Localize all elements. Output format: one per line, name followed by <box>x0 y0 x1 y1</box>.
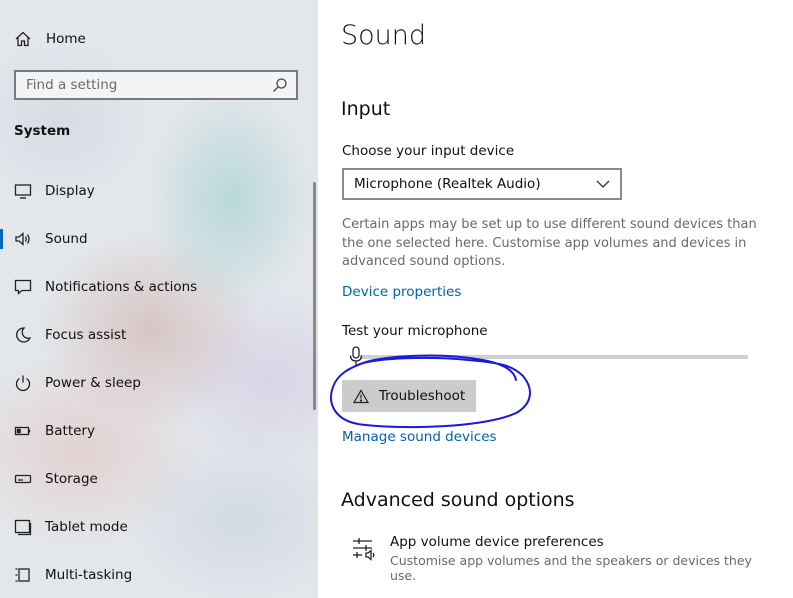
input-device-dropdown[interactable]: Microphone (Realtek Audio) <box>342 168 622 200</box>
section-label-system: System <box>14 123 71 139</box>
chevron-down-icon <box>596 180 610 188</box>
settings-sidebar: Home System Display Sound Notifications … <box>0 0 318 598</box>
multitasking-icon <box>14 566 32 584</box>
app-volume-preferences-item[interactable]: App volume device preferences Customise … <box>352 532 772 583</box>
mixer-icon <box>353 538 375 561</box>
microphone-icon <box>349 346 363 365</box>
selected-device: Microphone (Realtek Audio) <box>354 176 541 192</box>
sidebar-item-label: Sound <box>45 231 88 247</box>
sidebar-item-label: Battery <box>45 423 95 439</box>
advanced-heading: Advanced sound options <box>341 489 575 511</box>
tablet-icon <box>14 518 32 536</box>
sidebar-item-label: Focus assist <box>45 327 127 343</box>
troubleshoot-label: Troubleshoot <box>378 388 466 404</box>
sidebar-item-label: Notifications & actions <box>45 279 198 295</box>
sidebar-item-multitasking[interactable]: Multi-tasking <box>0 555 300 595</box>
sidebar-item-label: Power & sleep <box>45 375 141 391</box>
mic-level-meter <box>360 355 748 359</box>
battery-icon <box>14 422 32 440</box>
manage-sound-devices-link[interactable]: Manage sound devices <box>342 429 497 445</box>
sidebar-item-power-sleep[interactable]: Power & sleep <box>0 363 300 403</box>
moon-icon <box>14 326 32 344</box>
home-icon <box>15 31 31 47</box>
sidebar-item-focus-assist[interactable]: Focus assist <box>0 315 300 355</box>
app-volume-title: App volume device preferences <box>390 534 604 550</box>
storage-icon <box>14 470 32 488</box>
sidebar-item-tablet-mode[interactable]: Tablet mode <box>0 507 300 547</box>
test-microphone-label: Test your microphone <box>342 323 488 339</box>
sidebar-item-notifications[interactable]: Notifications & actions <box>0 267 300 307</box>
home-label: Home <box>46 31 86 47</box>
search-input[interactable] <box>16 76 272 94</box>
device-properties-link[interactable]: Device properties <box>342 284 461 300</box>
sidebar-item-label: Tablet mode <box>45 519 128 535</box>
microphone-level <box>348 346 750 368</box>
sidebar-item-label: Storage <box>45 471 98 487</box>
sidebar-item-label: Display <box>45 183 95 199</box>
page-title: Sound <box>341 20 427 51</box>
app-volume-description: Customise app volumes and the speakers o… <box>390 553 752 583</box>
settings-content: Sound Input Choose your input device Mic… <box>318 0 793 598</box>
display-icon <box>14 182 32 200</box>
notification-icon <box>14 278 32 296</box>
sidebar-item-battery[interactable]: Battery <box>0 411 300 451</box>
sidebar-item-label: Multi-tasking <box>45 567 133 583</box>
home-link[interactable]: Home <box>14 28 86 50</box>
input-heading: Input <box>341 98 391 120</box>
sidebar-scrollbar[interactable] <box>313 182 316 410</box>
sidebar-item-sound[interactable]: Sound <box>0 219 300 259</box>
search-box[interactable] <box>14 70 298 100</box>
troubleshoot-button[interactable]: Troubleshoot <box>342 380 476 412</box>
warning-icon <box>352 388 369 403</box>
sidebar-item-storage[interactable]: Storage <box>0 459 300 499</box>
search-icon[interactable] <box>272 77 288 93</box>
power-icon <box>14 374 32 392</box>
input-description: Certain apps may be set up to use differ… <box>342 217 757 269</box>
sidebar-item-display[interactable]: Display <box>0 171 300 211</box>
speaker-icon <box>14 230 32 248</box>
choose-input-label: Choose your input device <box>342 143 515 159</box>
